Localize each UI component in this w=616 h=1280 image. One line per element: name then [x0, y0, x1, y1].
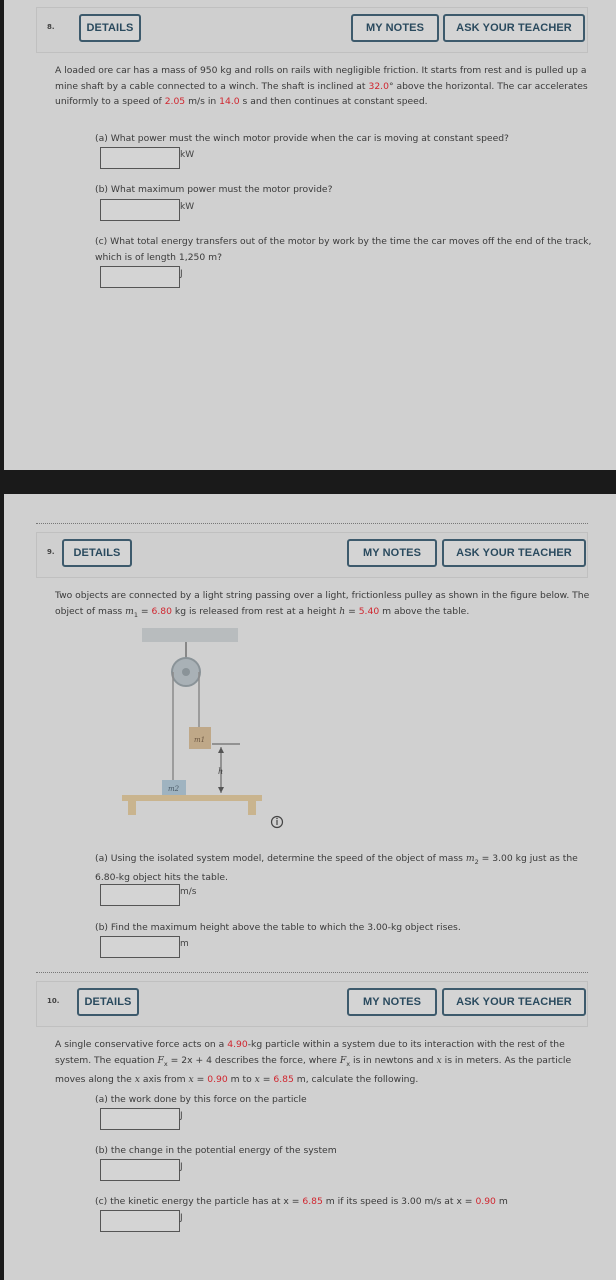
- question-8-header: 8. DETAILS MY NOTES ASK YOUR TEACHER: [36, 7, 588, 53]
- answer-input[interactable]: [100, 199, 180, 221]
- part-a-text: (a) the work done by this force on the p…: [95, 1094, 307, 1105]
- question-number: 9.: [47, 548, 55, 556]
- my-notes-button[interactable]: MY NOTES: [347, 988, 437, 1016]
- given-value: 4.90: [227, 1039, 248, 1050]
- answer-input[interactable]: [100, 266, 180, 288]
- ask-your-teacher-button[interactable]: ASK YOUR TEACHER: [442, 988, 586, 1016]
- m1-label: m1: [194, 736, 205, 744]
- given-value: 14.0: [219, 96, 240, 107]
- question-9-header: 9. DETAILS MY NOTES ASK YOUR TEACHER: [36, 532, 588, 578]
- ceiling-beam: [142, 628, 238, 642]
- question-number: 10.: [47, 997, 60, 1005]
- part-b-text: (b) the change in the potential energy o…: [95, 1145, 337, 1156]
- question-number: 8.: [47, 23, 55, 31]
- unit-label: kW: [180, 202, 195, 212]
- details-button[interactable]: DETAILS: [77, 988, 139, 1016]
- given-value: 6.85: [302, 1196, 323, 1207]
- unit-label: kW: [180, 150, 195, 160]
- pulley-figure: m1 h m2: [122, 628, 284, 829]
- given-value: 5.40: [358, 605, 380, 617]
- answer-input[interactable]: [100, 936, 180, 958]
- info-icon[interactable]: [270, 815, 284, 829]
- my-notes-button[interactable]: MY NOTES: [351, 14, 439, 42]
- details-button[interactable]: DETAILS: [79, 14, 141, 42]
- unit-label: J: [180, 1162, 183, 1172]
- unit-label: m: [180, 939, 189, 949]
- question-8-panel: 8. DETAILS MY NOTES ASK YOUR TEACHER A l…: [4, 0, 616, 470]
- part-a-text: (a) Using the isolated system model, det…: [95, 853, 578, 884]
- question-10-prompt: A single conservative force acts on a 4.…: [55, 1039, 572, 1085]
- answer-input[interactable]: [100, 884, 180, 906]
- given-value: 2.05: [164, 96, 186, 107]
- question-9-prompt: Two objects are connected by a light str…: [55, 590, 590, 619]
- divider: [36, 523, 588, 524]
- ask-your-teacher-button[interactable]: ASK YOUR TEACHER: [443, 14, 585, 42]
- my-notes-button[interactable]: MY NOTES: [347, 539, 437, 567]
- given-value: 0.90: [475, 1196, 496, 1207]
- given-value: 6.85: [273, 1073, 294, 1085]
- given-value: 6.80: [151, 605, 172, 617]
- h-label: h: [218, 767, 223, 776]
- answer-input[interactable]: [100, 1159, 180, 1181]
- unit-label: J: [180, 269, 183, 279]
- table-leg-right: [248, 801, 256, 815]
- unit-label: m/s: [180, 887, 197, 897]
- answer-input[interactable]: [100, 1210, 180, 1232]
- part-a-text: (a) What power must the winch motor prov…: [95, 133, 509, 144]
- details-button[interactable]: DETAILS: [62, 539, 132, 567]
- question-8-prompt: A loaded ore car has a mass of 950 kg an…: [55, 65, 588, 107]
- pulley-axle: [182, 668, 190, 676]
- m2-label: m2: [168, 785, 180, 793]
- question-10-header: 10. DETAILS MY NOTES ASK YOUR TEACHER: [36, 981, 588, 1027]
- part-c-text: (c) What total energy transfers out of t…: [95, 236, 592, 263]
- answer-input[interactable]: [100, 1108, 180, 1130]
- unit-label: J: [180, 1213, 183, 1223]
- questions-9-10-panel: 9. DETAILS MY NOTES ASK YOUR TEACHER Two…: [4, 494, 616, 1280]
- unit-label: J: [180, 1111, 183, 1121]
- given-value: 32.0: [368, 80, 389, 92]
- part-c-text: (c) the kinetic energy the particle has …: [95, 1196, 508, 1207]
- table-leg-left: [128, 801, 136, 815]
- part-b-text: (b) What maximum power must the motor pr…: [95, 184, 333, 195]
- part-b-text: (b) Find the maximum height above the ta…: [95, 922, 461, 933]
- arrow-head-down: [218, 787, 224, 793]
- given-value: 0.90: [207, 1073, 228, 1085]
- table-top: [122, 795, 262, 801]
- arrow-head-up: [218, 747, 224, 753]
- ask-your-teacher-button[interactable]: ASK YOUR TEACHER: [442, 539, 586, 567]
- answer-input[interactable]: [100, 147, 180, 169]
- divider: [36, 972, 588, 973]
